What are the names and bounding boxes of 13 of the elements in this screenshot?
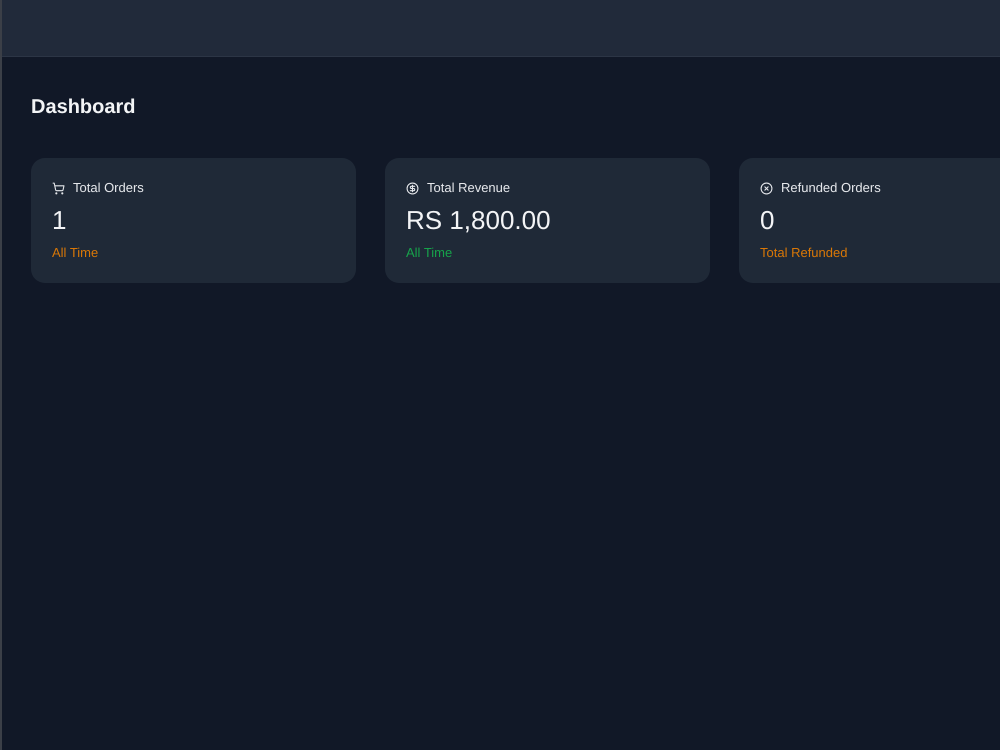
dollar-circle-icon — [406, 182, 419, 194]
page-title: Dashboard — [31, 95, 136, 120]
card-note: Total Refunded — [760, 245, 848, 261]
card-value: 0 — [760, 205, 774, 235]
cart-icon — [52, 182, 65, 194]
card-label: Total Revenue — [427, 180, 510, 196]
x-circle-icon — [760, 182, 773, 194]
card-note: All Time — [52, 245, 98, 261]
card-label: Total Orders — [73, 180, 144, 196]
card-value: 1 — [52, 205, 66, 235]
card-label: Refunded Orders — [781, 180, 881, 196]
card-value: RS 1,800.00 — [406, 205, 551, 235]
card-note: All Time — [406, 245, 452, 261]
